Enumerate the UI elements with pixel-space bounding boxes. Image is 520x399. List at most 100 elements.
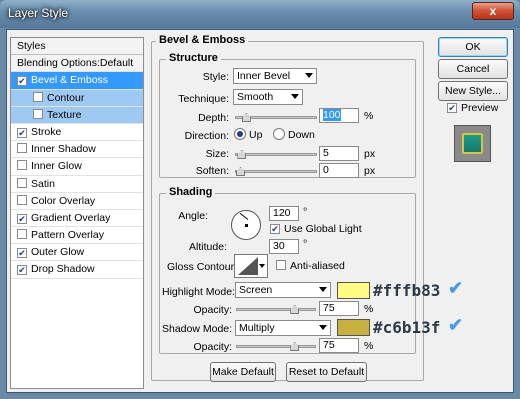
style-label: Style: <box>202 71 229 83</box>
size-unit: px <box>364 148 376 160</box>
style-checkbox[interactable] <box>17 177 27 188</box>
gloss-contour-label: Gloss Contour: <box>167 261 238 273</box>
styles-list-item[interactable]: Texture <box>11 106 143 124</box>
depth-input[interactable]: 100 <box>319 108 359 123</box>
technique-select[interactable]: Smooth <box>233 89 303 105</box>
reset-default-button[interactable]: Reset to Default <box>286 362 367 382</box>
angle-value: 120 <box>273 207 291 219</box>
styles-list-item[interactable]: ✔ Bevel & Emboss <box>11 72 143 90</box>
size-slider[interactable] <box>235 150 317 159</box>
soften-label: Soften: <box>195 165 229 177</box>
preview-label: Preview <box>461 102 499 114</box>
chevron-down-icon <box>319 325 327 330</box>
depth-unit: % <box>364 110 374 122</box>
altitude-unit: ° <box>303 238 308 250</box>
soften-input[interactable]: 0 <box>319 163 359 178</box>
style-select[interactable]: Inner Bevel <box>233 68 317 84</box>
anti-aliased-label: Anti-aliased <box>290 260 345 272</box>
shadow-check-icon: ✔ <box>448 315 464 335</box>
angle-dial[interactable] <box>231 210 261 240</box>
shadow-opacity-input[interactable]: 75 <box>319 338 359 353</box>
highlight-mode-value: Screen <box>239 284 273 296</box>
styles-list: Styles Blending Options:Default ✔ Bevel & … <box>10 37 144 389</box>
styles-list-item[interactable]: ✔ Outer Glow <box>11 244 143 262</box>
global-light-checkbox[interactable]: ✔ <box>270 224 280 234</box>
angle-input[interactable]: 120 <box>269 206 299 221</box>
preview-checkbox[interactable]: ✔ <box>447 103 457 113</box>
technique-select-value: Smooth <box>237 91 274 103</box>
preview-box <box>454 125 491 162</box>
shading-title: Shading <box>166 186 216 198</box>
highlight-mode-select[interactable]: Screen <box>235 282 331 298</box>
altitude-value: 30 <box>273 240 285 252</box>
styles-list-item[interactable]: ✔ Stroke <box>11 124 143 142</box>
ok-button[interactable]: OK <box>438 37 508 57</box>
style-checkbox[interactable] <box>17 160 27 171</box>
highlight-opacity-input[interactable]: 75 <box>319 301 359 316</box>
styles-list-item[interactable]: Satin <box>11 176 143 193</box>
styles-list-item[interactable]: Color Overlay <box>11 193 143 210</box>
styles-list-item[interactable]: Contour <box>11 89 143 107</box>
chevron-down-icon <box>291 94 299 99</box>
global-light-label: Use Global Light <box>284 223 362 235</box>
dialog-client: Styles Blending Options:Default ✔ Bevel & … <box>6 29 514 393</box>
direction-down-label: Down <box>288 129 315 141</box>
styles-list-item-label: Texture <box>47 108 82 121</box>
close-button[interactable]: x <box>472 2 514 20</box>
shadow-color-swatch[interactable] <box>337 319 370 336</box>
shadow-mode-select[interactable]: Multiply <box>235 320 331 336</box>
shadow-opacity-slider[interactable] <box>236 342 316 351</box>
highlight-opacity-unit: % <box>364 303 374 315</box>
style-select-value: Inner Bevel <box>237 70 291 82</box>
soften-unit: px <box>364 165 376 177</box>
styles-list-item[interactable]: Inner Glow <box>11 158 143 176</box>
altitude-input[interactable]: 30 <box>269 239 299 254</box>
style-checkbox[interactable] <box>33 108 43 119</box>
direction-label: Direction: <box>184 130 229 142</box>
chevron-down-icon <box>319 287 327 292</box>
soften-slider[interactable] <box>235 167 317 176</box>
style-checkbox[interactable] <box>17 143 27 154</box>
style-checkbox[interactable]: ✔ <box>17 265 27 276</box>
styles-list-header[interactable]: Styles <box>11 38 143 56</box>
structure-title: Structure <box>166 52 221 64</box>
anti-aliased-checkbox[interactable] <box>276 260 286 270</box>
styles-list-item[interactable]: Blending Options:Default <box>11 55 143 73</box>
technique-label: Technique: <box>178 93 229 105</box>
preview-swatch <box>462 133 483 154</box>
styles-list-item[interactable]: Pattern Overlay <box>11 227 143 245</box>
soften-value: 0 <box>323 164 329 176</box>
styles-list-item[interactable]: Inner Shadow <box>11 141 143 159</box>
styles-list-item-label: Pattern Overlay <box>31 229 104 242</box>
chevron-down-icon <box>305 73 313 78</box>
styles-list-item[interactable]: ✔ Drop Shadow <box>11 261 143 279</box>
chevron-down-icon <box>259 264 265 268</box>
make-default-button[interactable]: Make Default <box>210 362 276 382</box>
shadow-mode-value: Multiply <box>239 322 275 334</box>
highlight-opacity-slider[interactable] <box>236 305 316 314</box>
highlight-color-swatch[interactable] <box>337 282 370 299</box>
bevel-emboss-title: Bevel & Emboss <box>156 34 249 46</box>
styles-list-item[interactable]: ✔ Gradient Overlay <box>11 210 143 228</box>
title-bar[interactable]: Layer Style x <box>0 0 520 28</box>
angle-dial-needle <box>239 212 249 220</box>
style-checkbox[interactable]: ✔ <box>17 76 27 87</box>
style-checkbox[interactable] <box>17 194 27 205</box>
gloss-contour-picker[interactable] <box>234 254 268 278</box>
depth-slider[interactable] <box>235 113 317 122</box>
direction-up-radio[interactable] <box>234 128 246 140</box>
style-checkbox[interactable] <box>17 229 27 240</box>
shadow-mode-label: Shadow Mode: <box>162 323 233 335</box>
direction-down-radio[interactable] <box>273 128 285 140</box>
style-checkbox[interactable]: ✔ <box>17 127 27 138</box>
style-checkbox[interactable] <box>33 91 43 102</box>
cancel-button[interactable]: Cancel <box>438 59 508 79</box>
highlight-opacity-value: 75 <box>323 302 335 314</box>
new-style-button[interactable]: New Style... <box>438 81 508 101</box>
styles-list-item-label: Color Overlay <box>31 194 96 207</box>
style-checkbox[interactable]: ✔ <box>17 213 27 224</box>
angle-unit: ° <box>303 206 308 218</box>
angle-label: Angle: <box>178 210 208 222</box>
size-input[interactable]: 5 <box>319 146 359 161</box>
style-checkbox[interactable]: ✔ <box>17 248 27 259</box>
